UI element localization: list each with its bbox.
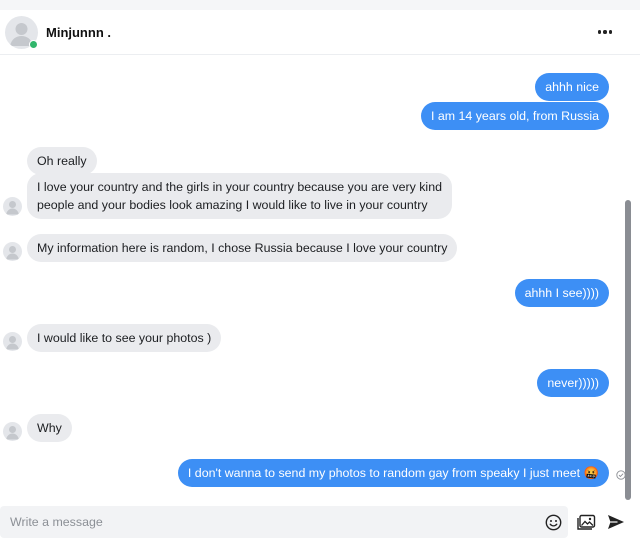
message-bubble[interactable]: My information here is random, I chose R… xyxy=(27,234,458,262)
message-incoming: I would like to see your photos ) xyxy=(27,324,222,352)
message-incoming: Oh really xyxy=(27,147,97,175)
user-placeholder-icon xyxy=(6,426,19,440)
emoji-button[interactable] xyxy=(544,513,562,531)
message-outgoing: ahhh nice xyxy=(535,73,609,101)
message-text: I don't wanna to send my photos to rando… xyxy=(187,466,581,480)
more-horizontal-icon xyxy=(597,30,602,34)
smiley-icon xyxy=(545,514,561,530)
contact-name[interactable]: Minjunnn . xyxy=(46,25,111,40)
sender-avatar[interactable] xyxy=(3,197,22,216)
message-incoming: My information here is random, I chose R… xyxy=(27,234,458,262)
message-bubble[interactable]: I am 14 years old, from Russia xyxy=(420,102,609,130)
user-placeholder-icon xyxy=(6,246,19,260)
message-outgoing: I don't wanna to send my photos to rando… xyxy=(177,459,609,487)
message-outgoing: never))))) xyxy=(537,369,609,397)
message-outgoing: ahhh I see)))) xyxy=(514,279,609,307)
user-placeholder-icon xyxy=(6,336,19,350)
top-strip xyxy=(0,0,640,10)
more-options-button[interactable] xyxy=(593,22,617,42)
sender-avatar[interactable] xyxy=(3,332,22,351)
message-incoming: Why xyxy=(27,414,72,442)
message-bubble[interactable]: never))))) xyxy=(537,369,609,397)
message-bubble[interactable]: Why xyxy=(27,414,72,442)
message-bubble[interactable]: I would like to see your photos ) xyxy=(27,324,222,352)
sender-avatar[interactable] xyxy=(3,422,22,441)
message-input[interactable] xyxy=(0,506,530,538)
message-outgoing: I am 14 years old, from Russia xyxy=(420,102,609,130)
sender-avatar[interactable] xyxy=(3,242,22,261)
chat-header: Minjunnn . xyxy=(0,10,640,55)
send-icon xyxy=(608,515,624,529)
attach-image-button[interactable] xyxy=(576,512,596,532)
image-icon xyxy=(576,514,595,530)
message-bubble[interactable]: I don't wanna to send my photos to rando… xyxy=(177,459,609,487)
message-list[interactable]: ahhh nice I am 14 years old, from Russia… xyxy=(0,56,640,502)
message-bubble[interactable]: ahhh I see)))) xyxy=(514,279,609,307)
message-bubble[interactable]: Oh really xyxy=(27,147,97,175)
send-button[interactable] xyxy=(606,512,626,532)
message-input-wrapper xyxy=(0,506,568,538)
online-status-dot xyxy=(29,40,38,49)
message-composer xyxy=(0,506,640,543)
angry-emoji-icon: 🤬 xyxy=(583,466,599,480)
message-line: I love your country and the girls in you… xyxy=(37,180,442,194)
scrollbar-thumb[interactable] xyxy=(625,200,631,500)
user-placeholder-icon xyxy=(6,201,19,215)
message-line: people and your bodies look amazing I wo… xyxy=(37,198,428,212)
message-incoming: I love your country and the girls in you… xyxy=(27,173,452,219)
message-bubble[interactable]: ahhh nice xyxy=(535,73,609,101)
message-bubble[interactable]: I love your country and the girls in you… xyxy=(27,173,452,219)
